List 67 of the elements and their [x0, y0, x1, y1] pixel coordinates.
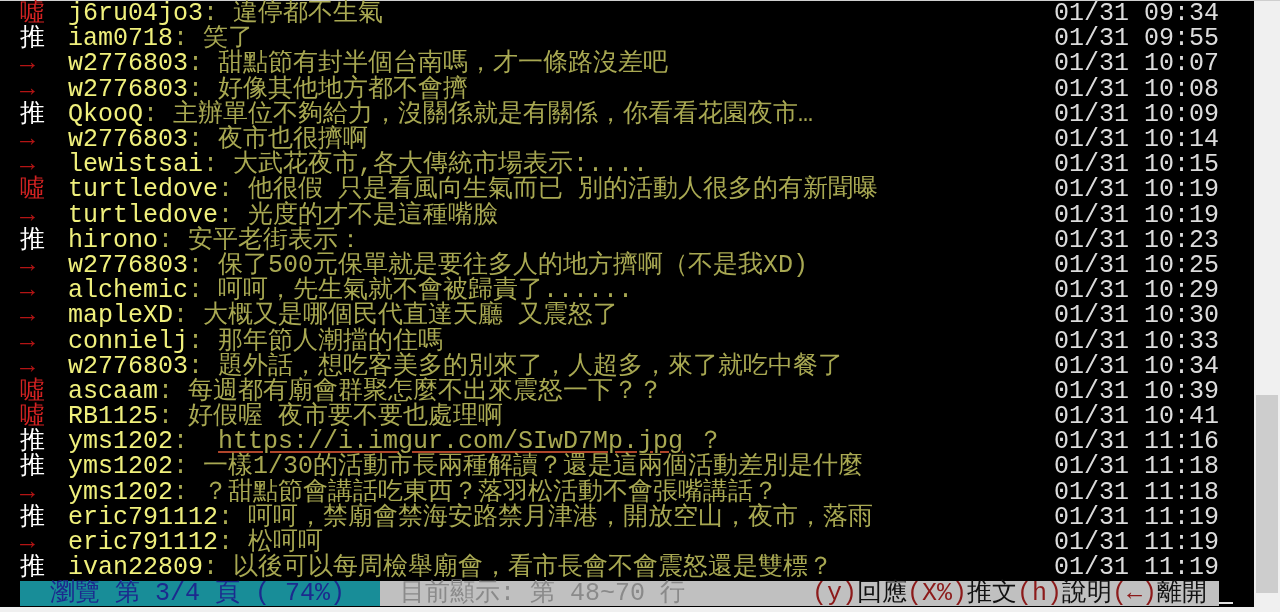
- comment-time: 01/31 11:16: [1053, 429, 1219, 455]
- comment-time: 01/31 10:34: [1053, 353, 1219, 379]
- user-id: w2776803: [68, 353, 189, 379]
- comment-tag: →: [20, 202, 68, 228]
- user-id: RB1125: [68, 404, 158, 430]
- comment-time: 01/31 11:18: [1053, 454, 1219, 480]
- comment-time: 01/31 10:23: [1053, 227, 1219, 253]
- user-id: iam0718: [68, 26, 174, 52]
- user-id: hirono: [68, 227, 158, 253]
- comment-time: 01/31 10:09: [1053, 101, 1219, 127]
- comment-tag: →: [20, 479, 68, 505]
- user-id: yms1202: [68, 454, 174, 480]
- cursor-icon: [1219, 602, 1233, 605]
- comment-tag: 推: [20, 555, 68, 581]
- comment-tag: 推: [20, 227, 68, 253]
- comment-time: 01/31 10:08: [1053, 76, 1219, 102]
- user-id: connielj: [68, 328, 189, 354]
- user-id: eric791112: [68, 530, 219, 556]
- comment-tag: 推: [20, 101, 68, 127]
- user-id: w2776803: [68, 127, 189, 153]
- comment-time: 01/31 11:19: [1053, 504, 1219, 530]
- comment-tag: →: [20, 278, 68, 304]
- comment-time: 01/31 10:25: [1053, 252, 1219, 278]
- comment-time: 01/31 10:19: [1053, 202, 1219, 228]
- user-id: turtledove: [68, 177, 219, 203]
- comment-time: 01/31 10:29: [1053, 278, 1219, 304]
- comment-time: 01/31 10:41: [1053, 404, 1219, 430]
- key-hint: (h)說明: [1016, 581, 1112, 607]
- comment-time: 01/31 09:34: [1053, 1, 1219, 27]
- comment-tag: 噓: [20, 177, 68, 203]
- comment-tag: 推: [20, 26, 68, 52]
- user-id: eric791112: [68, 504, 219, 530]
- user-id: j6ru04jo3: [68, 1, 204, 27]
- comment-tag: →: [20, 127, 68, 153]
- comment-time: 01/31 10:30: [1053, 303, 1219, 329]
- user-id: w2776803: [68, 252, 189, 278]
- page-info-label: 瀏覽 第 3/4 頁 ( 74%): [20, 581, 380, 607]
- comment-text: : 安平老街表示：: [158, 227, 364, 253]
- comment-time: 01/31 10:39: [1053, 378, 1219, 404]
- comment-tag: 推: [20, 504, 68, 530]
- comment-time: 01/31 10:14: [1053, 127, 1219, 153]
- key-hint: (y)回應: [811, 581, 907, 607]
- user-id: yms1202: [68, 429, 174, 455]
- comment-time: 01/31 10:19: [1053, 177, 1219, 203]
- user-id: lewistsai: [68, 152, 204, 178]
- comment-tag: →: [20, 76, 68, 102]
- comment-time: 01/31 11:19: [1053, 555, 1219, 581]
- comment-time: 01/31 11:18: [1053, 479, 1219, 505]
- comment-time: 01/31 10:33: [1053, 328, 1219, 354]
- scrollbar-thumb[interactable]: [1256, 395, 1278, 593]
- comment-time: 01/31 11:19: [1053, 530, 1219, 556]
- comment-tag: →: [20, 303, 68, 329]
- comment-time: 01/31 10:07: [1053, 51, 1219, 77]
- user-id: alchemic: [68, 278, 189, 304]
- key-hint: (←)離開: [1112, 581, 1207, 607]
- user-id: QkooQ: [68, 101, 143, 127]
- key-hint: (X%)推文: [906, 581, 1017, 607]
- user-id: w2776803: [68, 51, 189, 77]
- comment-tag: →: [20, 51, 68, 77]
- comment-tag: →: [20, 328, 68, 354]
- user-id: ascaam: [68, 378, 158, 404]
- user-id: mapleXD: [68, 303, 174, 329]
- user-id: yms1202: [68, 479, 174, 505]
- comment-text: : 好假喔 夜市要不要也處理啊: [158, 404, 504, 430]
- comment-time: 01/31 09:55: [1053, 26, 1219, 52]
- comment-time: 01/31 10:15: [1053, 152, 1219, 178]
- comment-tag: →: [20, 252, 68, 278]
